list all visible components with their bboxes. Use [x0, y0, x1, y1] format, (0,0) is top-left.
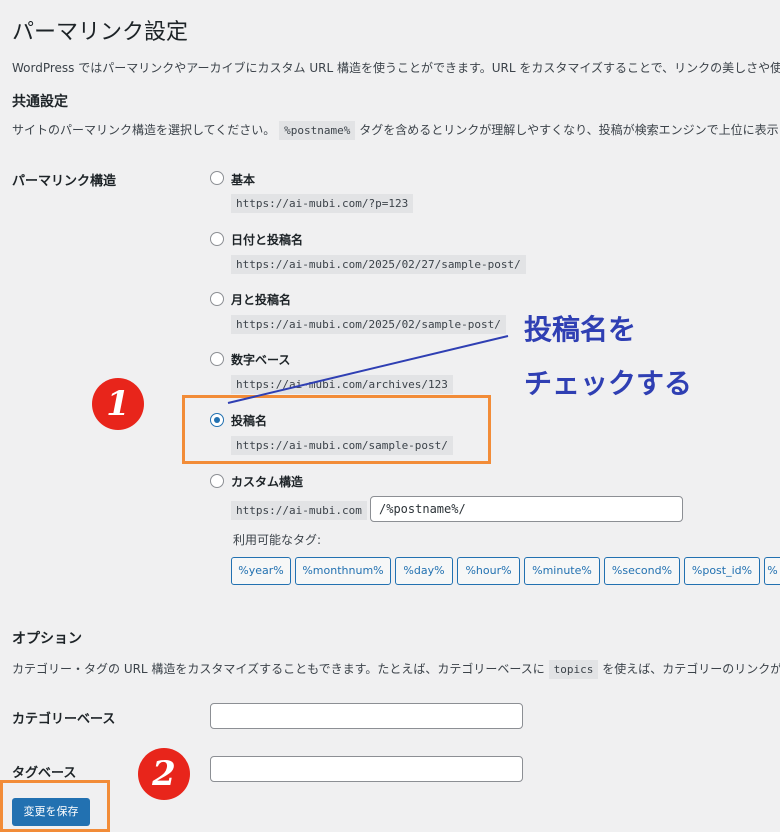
annotation-text-line2: チェックする	[524, 367, 693, 400]
step-1-badge: 1	[92, 378, 144, 430]
step-2-badge: 2	[138, 748, 190, 800]
annotation-text-line1: 投稿名を	[524, 313, 637, 346]
